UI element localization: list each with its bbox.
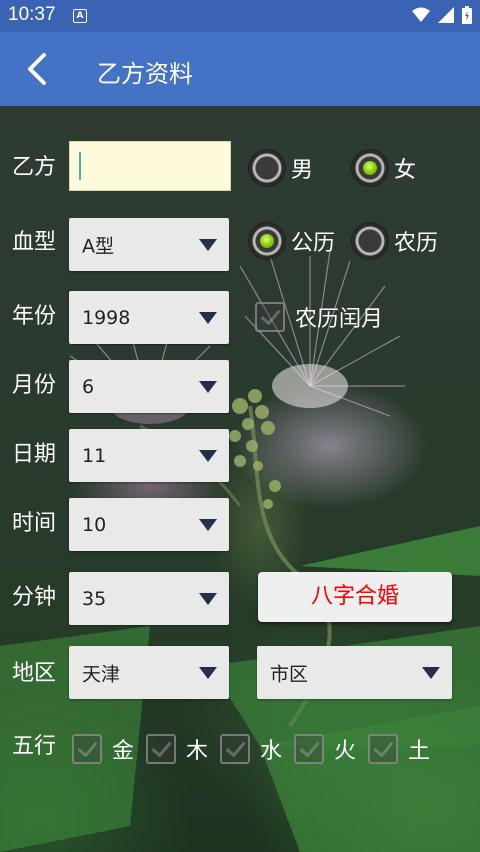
hour-select[interactable]: 10 bbox=[69, 498, 229, 551]
radio-solar-indicator bbox=[249, 223, 285, 259]
dropdown-arrow-icon bbox=[422, 666, 440, 679]
year-value: 1998 bbox=[82, 306, 131, 329]
leap-month-label: 农历闰月 bbox=[295, 307, 384, 332]
leap-month-check-icon bbox=[255, 302, 285, 332]
element-earth-label: 土 bbox=[408, 739, 431, 764]
gender-female-radio[interactable]: 女 bbox=[352, 150, 416, 186]
lunar-label: 农历 bbox=[394, 231, 439, 256]
element-earth-checkbox[interactable]: 土 bbox=[368, 733, 430, 765]
blood-type-select[interactable]: A型 bbox=[69, 218, 229, 271]
element-water-checkbox[interactable]: 水 bbox=[220, 733, 282, 765]
gender-male-radio[interactable]: 男 bbox=[249, 150, 313, 186]
app-bar: 乙方资料 bbox=[0, 32, 480, 106]
check-icon bbox=[368, 734, 398, 764]
name-field[interactable] bbox=[84, 142, 228, 190]
battery-icon bbox=[462, 6, 472, 24]
elements-label: 五行 bbox=[12, 734, 57, 759]
city-select[interactable]: 市区 bbox=[257, 646, 452, 699]
year-select[interactable]: 1998 bbox=[69, 291, 229, 344]
check-icon bbox=[294, 734, 324, 764]
bazi-match-button[interactable]: 八字合婚 bbox=[258, 572, 452, 622]
day-label: 日期 bbox=[12, 442, 57, 467]
status-time: 10:37 bbox=[8, 4, 56, 25]
province-select[interactable]: 天津 bbox=[69, 646, 229, 699]
element-metal-checkbox[interactable]: 金 bbox=[72, 733, 134, 765]
name-input[interactable] bbox=[69, 141, 231, 191]
calendar-lunar-radio[interactable]: 农历 bbox=[352, 223, 438, 259]
minute-select[interactable]: 35 bbox=[69, 572, 229, 625]
check-icon bbox=[72, 734, 102, 764]
element-wood-checkbox[interactable]: 木 bbox=[146, 733, 208, 765]
dropdown-arrow-icon bbox=[199, 592, 217, 605]
solar-label: 公历 bbox=[291, 231, 336, 256]
city-value: 市区 bbox=[270, 663, 309, 685]
element-water-label: 水 bbox=[260, 739, 283, 764]
day-select[interactable]: 11 bbox=[69, 429, 229, 482]
name-label: 乙方 bbox=[12, 155, 57, 180]
dropdown-arrow-icon bbox=[199, 518, 217, 531]
notification-icon: A bbox=[73, 9, 87, 23]
minute-value: 35 bbox=[82, 587, 107, 610]
back-arrow-icon bbox=[28, 53, 46, 85]
radio-female-indicator bbox=[352, 150, 388, 186]
element-fire-checkbox[interactable]: 火 bbox=[294, 733, 356, 765]
text-cursor bbox=[79, 152, 81, 180]
blood-type-value: A型 bbox=[82, 235, 114, 257]
check-icon bbox=[220, 734, 250, 764]
hour-value: 10 bbox=[82, 513, 107, 536]
signal-icon bbox=[438, 7, 454, 23]
female-label: 女 bbox=[394, 158, 417, 183]
element-wood-label: 木 bbox=[186, 739, 209, 764]
blood-type-label: 血型 bbox=[12, 230, 57, 255]
status-bar: 10:37 A bbox=[0, 0, 480, 32]
male-label: 男 bbox=[291, 158, 314, 183]
element-fire-label: 火 bbox=[334, 739, 357, 764]
check-icon bbox=[146, 734, 176, 764]
radio-lunar-indicator bbox=[352, 223, 388, 259]
calendar-solar-radio[interactable]: 公历 bbox=[249, 223, 335, 259]
wifi-icon bbox=[412, 7, 430, 22]
province-value: 天津 bbox=[82, 663, 121, 685]
status-icons bbox=[412, 6, 472, 24]
dropdown-arrow-icon bbox=[199, 666, 217, 679]
month-label: 月份 bbox=[12, 373, 57, 398]
dropdown-arrow-icon bbox=[199, 238, 217, 251]
page-title: 乙方资料 bbox=[97, 60, 193, 88]
year-label: 年份 bbox=[12, 304, 57, 329]
month-select[interactable]: 6 bbox=[69, 360, 229, 413]
region-label: 地区 bbox=[12, 661, 57, 686]
leap-month-checkbox[interactable]: 农历闰月 bbox=[255, 301, 383, 333]
radio-male-indicator bbox=[249, 150, 285, 186]
element-metal-label: 金 bbox=[112, 739, 135, 764]
day-value: 11 bbox=[82, 444, 107, 467]
minute-label: 分钟 bbox=[12, 585, 57, 610]
month-value: 6 bbox=[82, 375, 95, 398]
back-button[interactable] bbox=[22, 52, 56, 86]
dropdown-arrow-icon bbox=[199, 311, 217, 324]
hour-label: 时间 bbox=[12, 511, 57, 536]
dropdown-arrow-icon bbox=[199, 449, 217, 462]
dropdown-arrow-icon bbox=[199, 380, 217, 393]
